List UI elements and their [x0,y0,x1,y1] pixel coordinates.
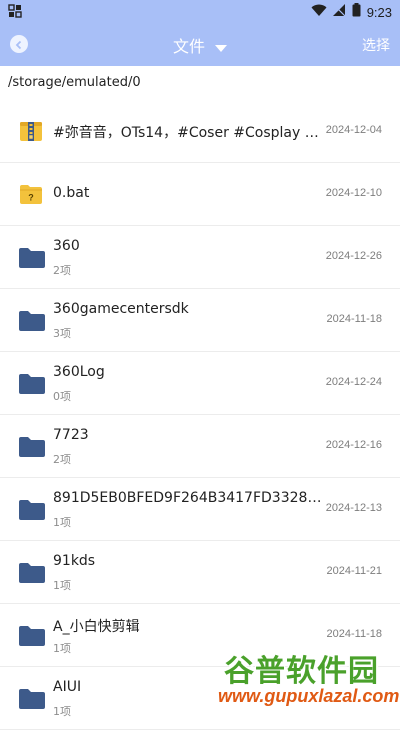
folder-name: 91kds [53,553,96,569]
wifi-icon [311,4,327,21]
folder-row[interactable]: 360 2项 2024-12-26 [0,226,400,289]
svg-text:?: ? [28,193,34,203]
item-count: 1项 [53,705,71,718]
watermark-url: www.gupuxlazal.com [218,686,400,706]
file-date: 2024-12-26 [325,250,382,262]
folder-row[interactable]: 360Log 0项 2024-12-24 [0,352,400,415]
current-path: /storage/emulated/0 [8,75,141,90]
folder-icon [18,307,45,333]
item-count: 0项 [53,390,71,403]
folder-row[interactable]: 7723 2项 2024-12-16 [0,415,400,478]
site-watermark: 谷普软件园 www.gupuxlazal.com [218,646,400,712]
file-row[interactable]: ? 0.bat 2024-12-10 [0,163,400,226]
file-date: 2024-12-10 [325,187,382,199]
folder-icon [18,559,45,585]
notification-icon [8,4,22,18]
file-date: 2024-11-18 [326,628,382,640]
file-date: 2024-12-16 [325,439,382,451]
battery-icon [352,3,361,21]
page-title: 文件 [172,37,205,56]
caret-down-icon [215,38,228,57]
folder-icon [18,244,45,270]
folder-icon [18,622,45,648]
file-date: 2024-11-21 [326,565,382,577]
folder-icon [18,685,45,711]
path-bar: /storage/emulated/0 [0,66,400,101]
folder-icon [18,433,45,459]
item-count: 1项 [53,642,71,655]
file-list: #弥音音，OTs14，#Coser #Cosplay #旗… 2024-12-0… [0,100,400,730]
signal-icon [332,3,346,21]
file-row[interactable]: #弥音音，OTs14，#Coser #Cosplay #旗… 2024-12-0… [0,100,400,163]
file-name: 0.bat [53,185,90,201]
folder-row[interactable]: 891D5EB0BFED9F264B3417FD3328A2EE 1项 2024… [0,478,400,541]
file-date: 2024-12-13 [325,502,382,514]
file-date: 2024-12-24 [325,376,382,388]
folder-name: 360gamecentersdk [53,301,189,317]
status-bar: 9:23 [0,0,400,24]
watermark-title: 谷普软件园 [224,654,379,689]
item-count: 2项 [53,264,71,277]
folder-icon [18,370,45,396]
title-dropdown[interactable]: 文件 [0,33,400,57]
folder-name: 7723 [53,427,89,443]
folder-name: 360 [53,238,80,254]
file-date: 2024-12-04 [325,124,382,136]
item-count: 1项 [53,579,71,592]
folder-name: 891D5EB0BFED9F264B3417FD3328A2EE [53,490,323,506]
file-name: #弥音音，OTs14，#Coser #Cosplay #旗… [53,125,323,141]
item-count: 1项 [53,516,71,529]
unknown-file-icon: ? [18,181,44,207]
folder-row[interactable]: 91kds 1项 2024-11-21 [0,541,400,604]
file-date: 2024-11-18 [326,313,382,325]
folder-icon [18,496,45,522]
app-bar: 文件 选择 [0,24,400,66]
folder-name: 360Log [53,364,105,380]
item-count: 2项 [53,453,71,466]
select-button[interactable]: 选择 [362,35,390,55]
zip-file-icon [18,118,44,144]
folder-row[interactable]: 360gamecentersdk 3项 2024-11-18 [0,289,400,352]
folder-name: A_小白快剪辑 [53,619,140,635]
clock: 9:23 [366,4,392,20]
item-count: 3项 [53,327,71,340]
